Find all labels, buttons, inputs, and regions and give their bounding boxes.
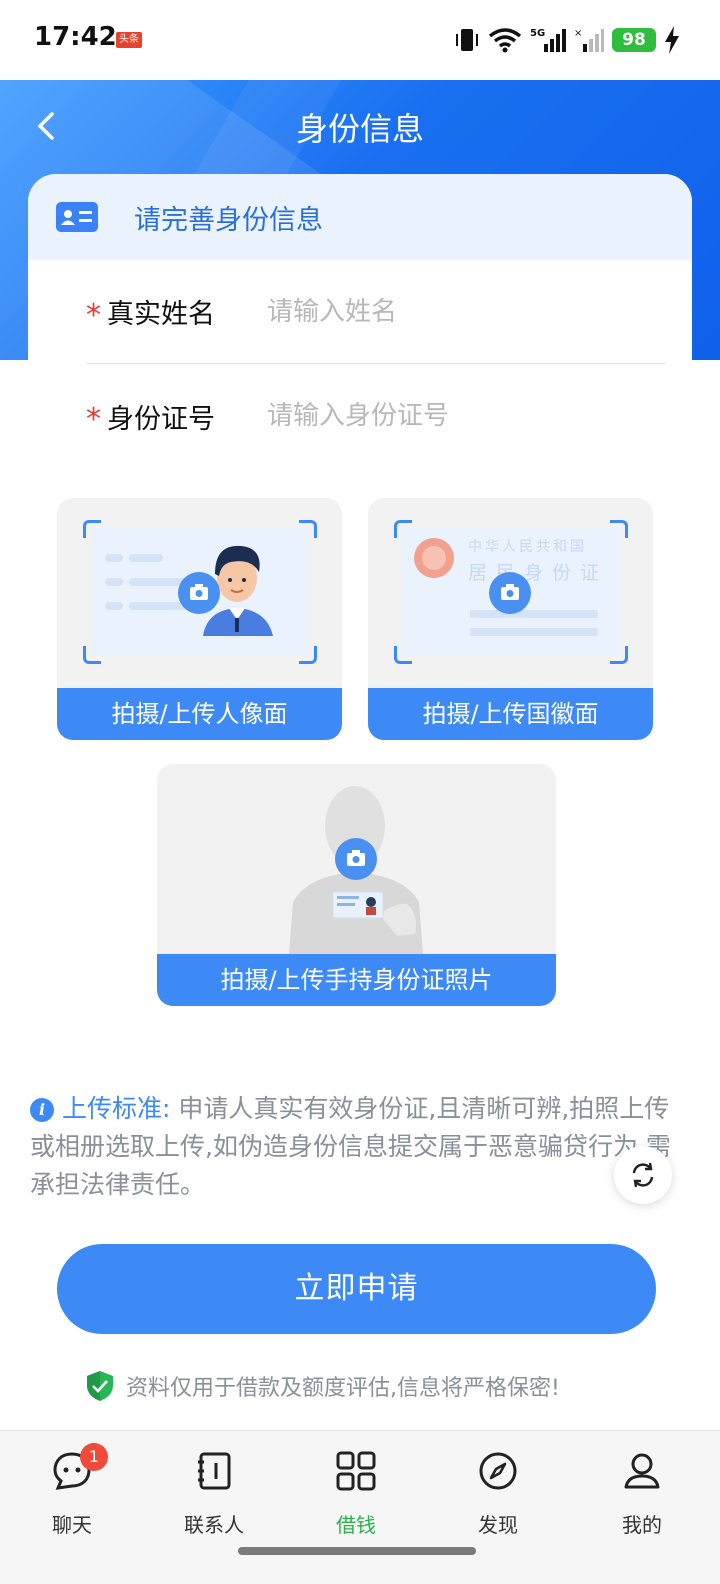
unread-badge: 1 xyxy=(80,1443,108,1471)
privacy-note: 资料仅用于借款及额度评估,信息将严格保密! xyxy=(86,1368,560,1404)
compass-icon xyxy=(476,1449,520,1493)
upload-portrait-side[interactable]: 拍摄/上传人像面 xyxy=(57,498,342,740)
svg-text:5G: 5G xyxy=(530,28,545,39)
signal-off-icon: × xyxy=(574,28,604,52)
app-notification-badge: 头条 xyxy=(116,32,142,48)
camera-icon xyxy=(335,838,377,880)
refresh-icon xyxy=(632,1162,654,1188)
battery-indicator: 98 xyxy=(612,28,656,52)
id-card-icon xyxy=(56,202,98,232)
home-indicator[interactable] xyxy=(238,1547,476,1555)
id-number-field-row: * 身份证号 xyxy=(86,364,666,468)
status-icons: 5G × 98 xyxy=(454,22,680,58)
name-label: 真实姓名 xyxy=(107,299,215,330)
info-icon: i xyxy=(30,1098,54,1122)
upload-handheld-button[interactable]: 拍摄/上传手持身份证照片 xyxy=(157,954,556,1006)
id-emblem-text-line1: 中华人民共和国 xyxy=(468,539,587,555)
id-number-input[interactable] xyxy=(267,401,627,431)
signal-icon: 5G xyxy=(530,28,566,52)
notice-label: 上传标准: xyxy=(62,1094,171,1123)
contacts-icon xyxy=(192,1449,236,1493)
upload-standard-notice: i 上传标准: 申请人真实有效身份证,且清晰可辨,拍照上传或相册选取上传,如伪造身… xyxy=(30,1090,690,1204)
nav-label: 发现 xyxy=(478,1513,518,1537)
upload-portrait-button[interactable]: 拍摄/上传人像面 xyxy=(57,688,342,740)
card-title: 请完善身份信息 xyxy=(134,204,323,236)
wifi-icon xyxy=(488,28,522,53)
bottom-navigation: 1 聊天 联系人 借钱 发现 我的 xyxy=(0,1430,720,1584)
privacy-text: 资料仅用于借款及额度评估,信息将严格保密! xyxy=(126,1376,560,1401)
nav-label: 聊天 xyxy=(52,1513,92,1537)
name-input[interactable] xyxy=(267,296,627,327)
status-time: 17:42 xyxy=(34,22,117,52)
nav-item-chat[interactable]: 1 聊天 xyxy=(12,1443,132,1538)
nav-label: 借钱 xyxy=(336,1513,376,1537)
apply-now-button[interactable]: 立即申请 xyxy=(57,1244,656,1334)
upload-emblem-button[interactable]: 拍摄/上传国徽面 xyxy=(368,688,653,740)
upload-handheld-photo[interactable]: 拍摄/上传手持身份证照片 xyxy=(157,764,556,1006)
required-mark: * xyxy=(86,402,101,437)
profile-icon xyxy=(620,1449,664,1493)
svg-text:×: × xyxy=(574,28,582,39)
card-header: 请完善身份信息 xyxy=(28,174,692,260)
status-bar: 17:42 头条 5G × 98 xyxy=(0,0,720,80)
nav-item-discover[interactable]: 发现 xyxy=(438,1449,558,1538)
required-mark: * xyxy=(86,297,101,333)
refresh-button[interactable] xyxy=(614,1146,672,1204)
nav-item-contacts[interactable]: 联系人 xyxy=(154,1449,274,1538)
name-field-row: * 真实姓名 xyxy=(86,260,666,364)
vibrate-icon xyxy=(456,29,478,51)
nav-label: 我的 xyxy=(622,1513,662,1537)
shield-icon xyxy=(87,1371,113,1401)
page-title: 身份信息 xyxy=(295,110,424,148)
nav-label: 联系人 xyxy=(184,1513,244,1537)
nav-item-borrow[interactable]: 借钱 xyxy=(296,1449,416,1538)
camera-icon xyxy=(178,572,220,614)
camera-icon xyxy=(489,572,531,614)
charging-icon xyxy=(665,26,679,54)
id-number-label: 身份证号 xyxy=(107,403,215,435)
upload-emblem-side[interactable]: 中华人民共和国 居民身份证 拍摄/上传国徽面 xyxy=(368,498,653,740)
identity-form-card: 请完善身份信息 * 真实姓名 * 身份证号 xyxy=(28,174,692,474)
grid-icon xyxy=(334,1449,378,1493)
nav-item-me[interactable]: 我的 xyxy=(582,1449,702,1538)
chat-icon: 1 xyxy=(50,1443,108,1493)
